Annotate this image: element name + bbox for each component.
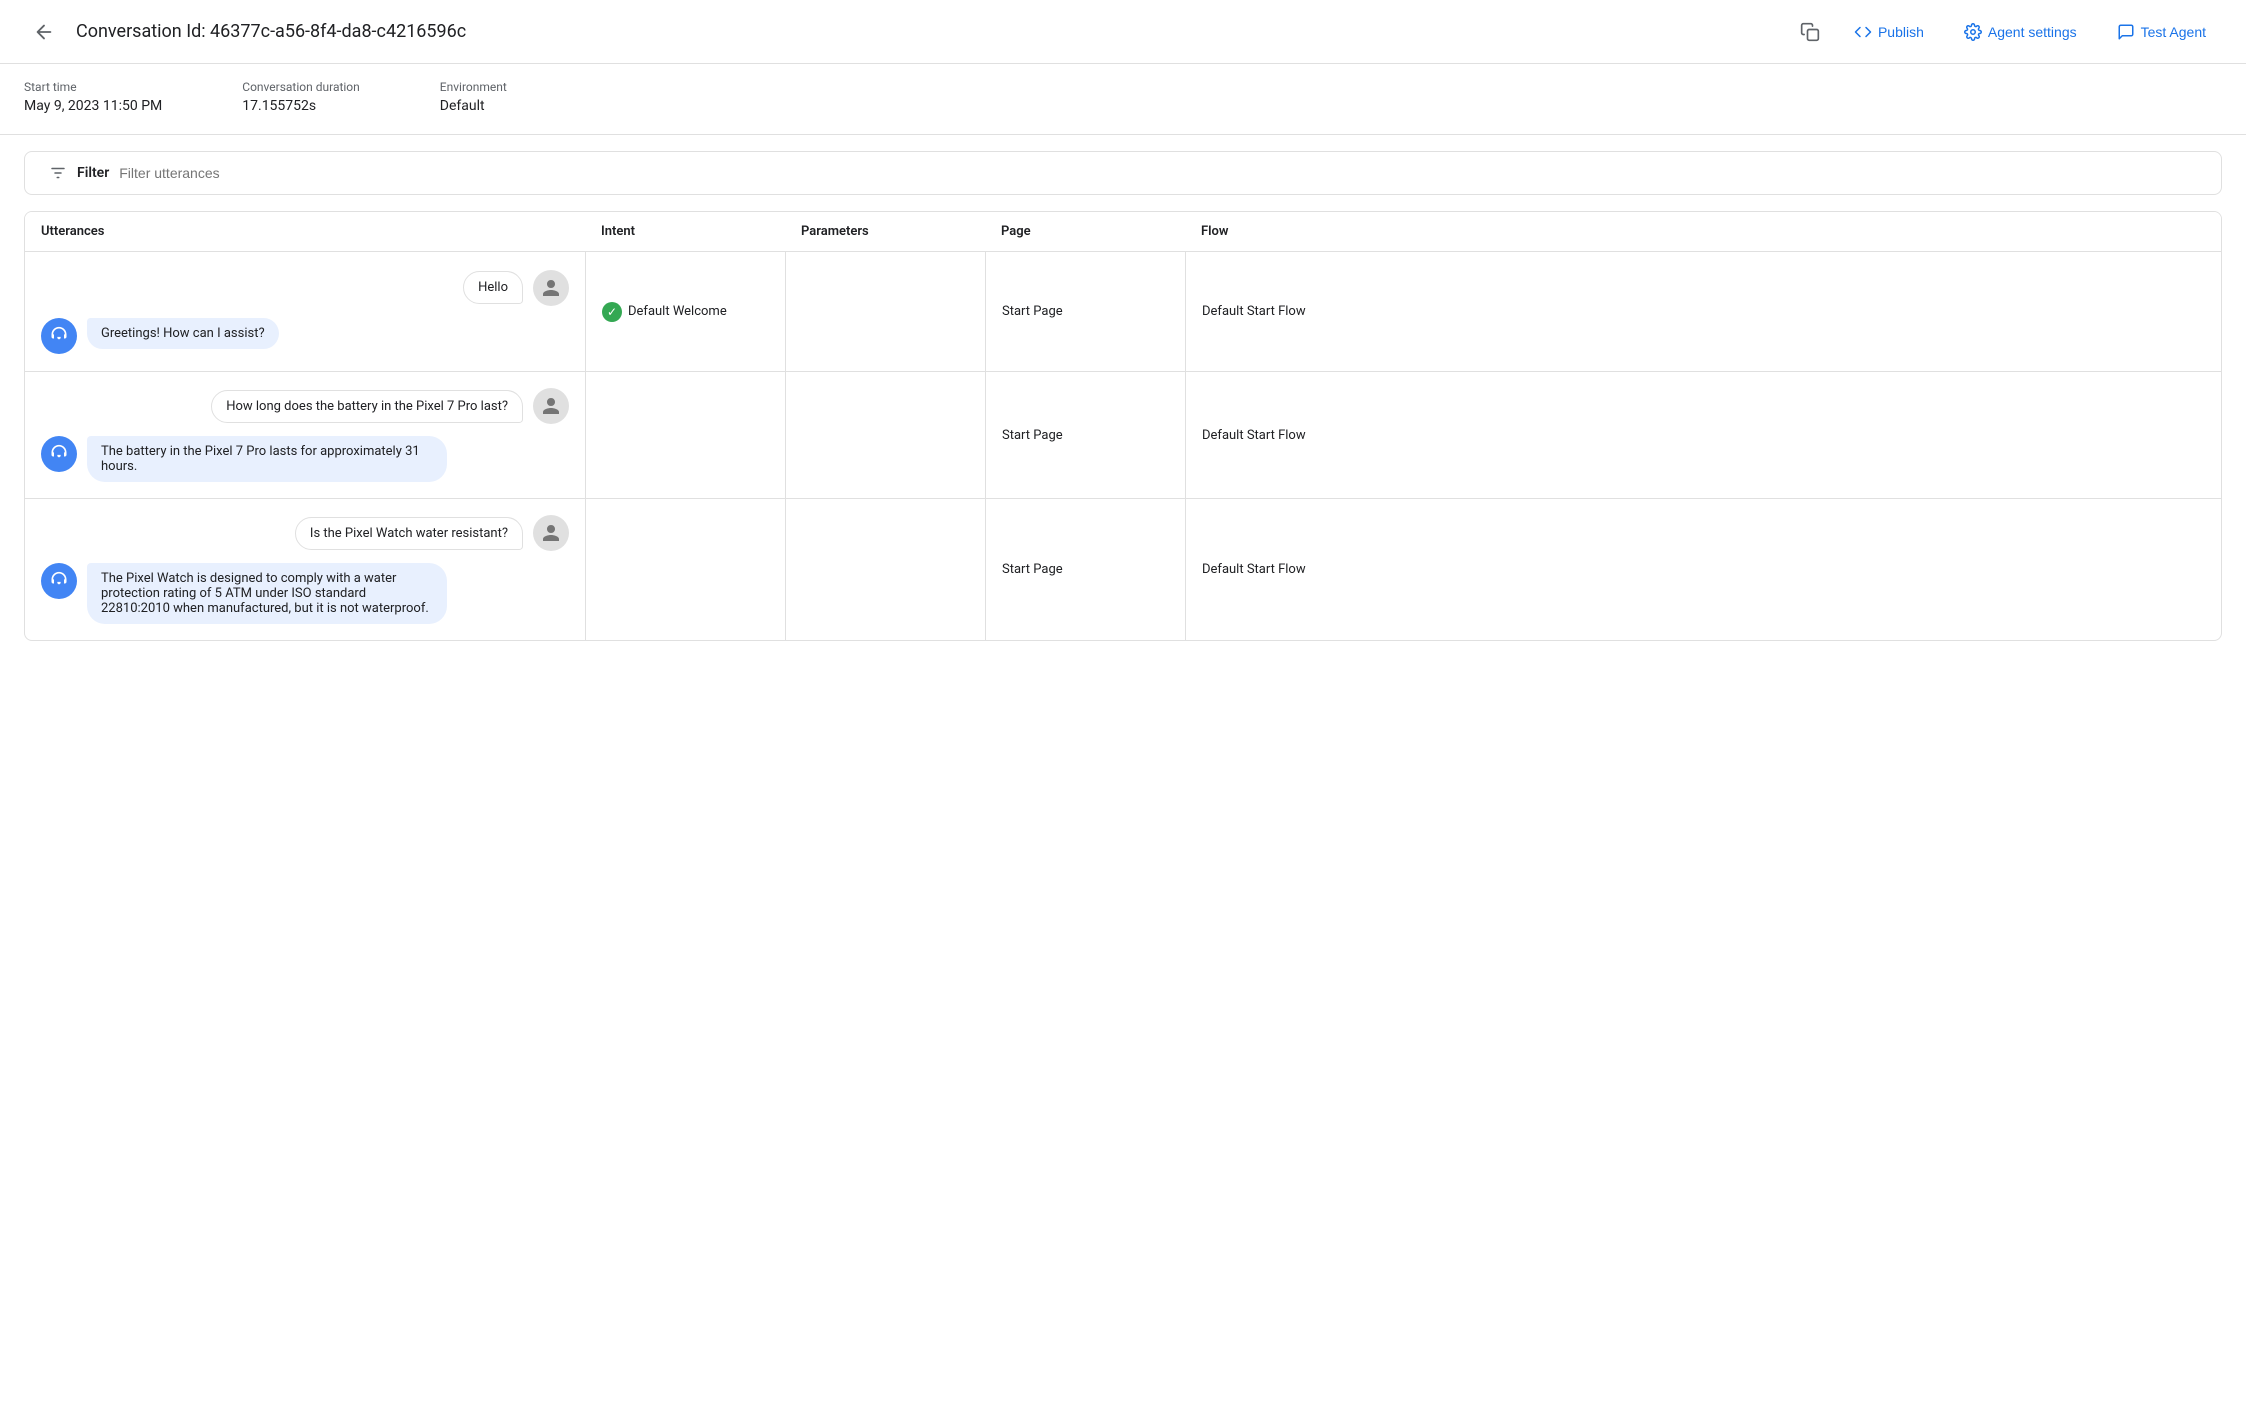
headset-icon [49, 444, 69, 464]
col-parameters: Parameters [785, 224, 985, 239]
copy-button[interactable] [1794, 16, 1826, 48]
table-row: Is the Pixel Watch water resistant? The … [25, 499, 2221, 640]
agent-avatar-2 [41, 436, 77, 472]
agent-message-1: Greetings! How can I assist? [41, 318, 569, 354]
filter-bar: Filter [24, 151, 2222, 195]
person-icon [541, 278, 561, 298]
filter-icon [49, 164, 67, 182]
flow-cell-3: Default Start Flow [1185, 499, 2221, 640]
utterances-cell-2: How long does the battery in the Pixel 7… [25, 372, 585, 498]
environment-value: Default [440, 98, 507, 114]
conversation-duration: Conversation duration 17.155752s [242, 80, 360, 114]
intent-cell-2 [585, 372, 785, 498]
intent-cell-3 [585, 499, 785, 640]
start-time-label: Start time [24, 80, 162, 94]
agent-bubble-2: The battery in the Pixel 7 Pro lasts for… [87, 436, 447, 482]
conversation-table: Utterances Intent Parameters Page Flow H… [24, 211, 2222, 641]
agent-bubble-3: The Pixel Watch is designed to comply wi… [87, 563, 447, 624]
back-button[interactable] [24, 12, 64, 52]
start-time-value: May 9, 2023 11:50 PM [24, 98, 162, 114]
environment-label: Environment [440, 80, 507, 94]
utterances-cell-3: Is the Pixel Watch water resistant? The … [25, 499, 585, 640]
filter-label: Filter [77, 165, 109, 181]
filter-input[interactable] [119, 165, 2197, 181]
page-cell-1: Start Page [985, 252, 1185, 371]
page-cell-2: Start Page [985, 372, 1185, 498]
intent-cell-1: ✓ Default Welcome [585, 252, 785, 371]
environment: Environment Default [440, 80, 507, 114]
user-avatar-3 [533, 515, 569, 551]
agent-message-3: The Pixel Watch is designed to comply wi… [41, 563, 569, 624]
col-utterances: Utterances [25, 224, 585, 239]
person-icon [541, 396, 561, 416]
agent-message-2: The battery in the Pixel 7 Pro lasts for… [41, 436, 569, 482]
test-agent-button[interactable]: Test Agent [2101, 15, 2222, 49]
parameters-cell-2 [785, 372, 985, 498]
user-avatar-2 [533, 388, 569, 424]
user-bubble-3: Is the Pixel Watch water resistant? [295, 517, 523, 550]
col-flow: Flow [1185, 224, 2221, 239]
user-bubble-2: How long does the battery in the Pixel 7… [211, 390, 523, 423]
col-page: Page [985, 224, 1185, 239]
intent-label-1: Default Welcome [628, 304, 727, 319]
user-message-2: How long does the battery in the Pixel 7… [41, 388, 569, 424]
duration-value: 17.155752s [242, 98, 360, 114]
agent-avatar-3 [41, 563, 77, 599]
parameters-cell-3 [785, 499, 985, 640]
user-message-3: Is the Pixel Watch water resistant? [41, 515, 569, 551]
table-row: Hello Greetings! How can I assist? ✓ Def… [25, 252, 2221, 372]
page-cell-3: Start Page [985, 499, 1185, 640]
agent-settings-label: Agent settings [1988, 24, 2077, 40]
agent-settings-button[interactable]: Agent settings [1948, 15, 2093, 49]
header: Conversation Id: 46377c-a56-8f4-da8-c421… [0, 0, 2246, 64]
parameters-cell-1 [785, 252, 985, 371]
duration-label: Conversation duration [242, 80, 360, 94]
user-bubble-1: Hello [463, 271, 523, 304]
publish-button[interactable]: Publish [1838, 15, 1940, 49]
agent-avatar-1 [41, 318, 77, 354]
headset-icon [49, 571, 69, 591]
headset-icon [49, 326, 69, 346]
publish-label: Publish [1878, 24, 1924, 40]
utterances-cell-1: Hello Greetings! How can I assist? [25, 252, 585, 371]
agent-bubble-1: Greetings! How can I assist? [87, 318, 279, 349]
meta-bar: Start time May 9, 2023 11:50 PM Conversa… [0, 64, 2246, 135]
user-message-1: Hello [41, 270, 569, 306]
header-actions: Publish Agent settings Test Agent [1838, 15, 2222, 49]
test-agent-label: Test Agent [2141, 24, 2206, 40]
conversation-title: Conversation Id: 46377c-a56-8f4-da8-c421… [76, 21, 1782, 42]
intent-check-icon: ✓ [602, 302, 622, 322]
person-icon [541, 523, 561, 543]
col-intent: Intent [585, 224, 785, 239]
start-time: Start time May 9, 2023 11:50 PM [24, 80, 162, 114]
table-row: How long does the battery in the Pixel 7… [25, 372, 2221, 499]
user-avatar-1 [533, 270, 569, 306]
flow-cell-2: Default Start Flow [1185, 372, 2221, 498]
table-header: Utterances Intent Parameters Page Flow [25, 212, 2221, 252]
flow-cell-1: Default Start Flow [1185, 252, 2221, 371]
